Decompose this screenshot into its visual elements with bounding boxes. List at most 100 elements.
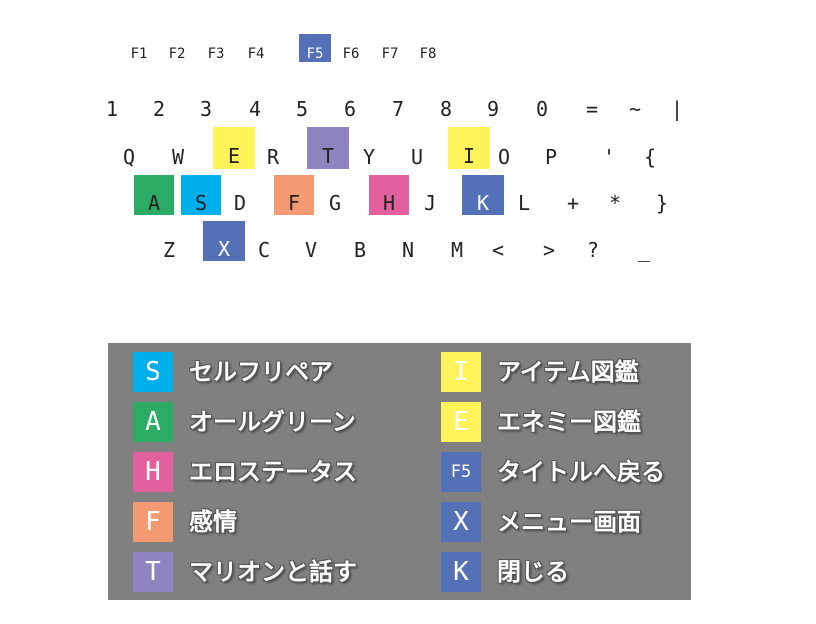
key-legend-panel: S セルフリペア A オールグリーン H エロステータス F 感情 T マリオン… bbox=[108, 343, 691, 600]
key-h[interactable]: H bbox=[369, 175, 409, 215]
key-label: X bbox=[217, 237, 231, 261]
key-d[interactable]: D bbox=[219, 182, 261, 224]
key-5[interactable]: 5 bbox=[281, 88, 323, 130]
key-equals[interactable]: = bbox=[571, 88, 613, 130]
key-3[interactable]: 3 bbox=[185, 88, 227, 130]
legend-key-i: I bbox=[441, 352, 481, 392]
key-label: M bbox=[450, 238, 464, 262]
key-2[interactable]: 2 bbox=[138, 88, 180, 130]
key-c[interactable]: C bbox=[243, 229, 285, 271]
legend-label: エロステータス bbox=[189, 458, 357, 486]
key-b[interactable]: B bbox=[339, 229, 381, 271]
key-label: 7 bbox=[391, 97, 405, 121]
key-f2[interactable]: F2 bbox=[161, 40, 193, 68]
legend-key-label: F5 bbox=[450, 462, 472, 482]
key-question[interactable]: ? bbox=[572, 229, 614, 271]
key-label: I bbox=[462, 144, 476, 168]
key-label: 5 bbox=[295, 97, 309, 121]
key-label: C bbox=[257, 238, 271, 262]
key-pipe[interactable]: | bbox=[656, 88, 698, 130]
key-less-than[interactable]: < bbox=[477, 229, 519, 271]
key-n[interactable]: N bbox=[387, 229, 429, 271]
key-j[interactable]: J bbox=[409, 182, 451, 224]
key-apostrophe[interactable]: ' bbox=[588, 136, 630, 178]
key-label: 2 bbox=[152, 97, 166, 121]
key-k[interactable]: K bbox=[462, 175, 504, 215]
key-7[interactable]: 7 bbox=[377, 88, 419, 130]
legend-key-k: K bbox=[441, 552, 481, 592]
key-x[interactable]: X bbox=[203, 221, 245, 261]
key-u[interactable]: U bbox=[396, 136, 438, 178]
key-label: 8 bbox=[439, 97, 453, 121]
key-label: F bbox=[287, 191, 301, 215]
key-6[interactable]: 6 bbox=[329, 88, 371, 130]
key-q[interactable]: Q bbox=[108, 136, 150, 178]
key-label: Z bbox=[162, 238, 176, 262]
key-label: T bbox=[321, 144, 335, 168]
key-label: 9 bbox=[486, 97, 500, 121]
key-s[interactable]: S bbox=[181, 175, 221, 215]
key-f1[interactable]: F1 bbox=[123, 40, 155, 68]
key-f3[interactable]: F3 bbox=[200, 40, 232, 68]
key-label: F7 bbox=[381, 46, 399, 62]
legend-label: エネミー図鑑 bbox=[497, 408, 641, 436]
key-tilde[interactable]: ~ bbox=[614, 88, 656, 130]
key-f6[interactable]: F6 bbox=[335, 40, 367, 68]
key-label: F6 bbox=[342, 46, 360, 62]
key-label: N bbox=[401, 238, 415, 262]
key-g[interactable]: G bbox=[314, 182, 356, 224]
key-underscore[interactable]: _ bbox=[623, 229, 665, 271]
key-label: F2 bbox=[168, 46, 186, 62]
key-z[interactable]: Z bbox=[148, 229, 190, 271]
key-label: | bbox=[670, 97, 684, 121]
key-right-brace[interactable]: } bbox=[641, 182, 683, 224]
legend-key-h: H bbox=[133, 452, 173, 492]
key-label: F5 bbox=[306, 46, 324, 62]
key-label: ? bbox=[586, 238, 600, 262]
key-asterisk[interactable]: * bbox=[594, 182, 636, 224]
key-m[interactable]: M bbox=[436, 229, 478, 271]
key-label: 6 bbox=[343, 97, 357, 121]
key-label: E bbox=[227, 144, 241, 168]
key-label: V bbox=[304, 238, 318, 262]
key-label: D bbox=[233, 191, 247, 215]
key-p[interactable]: P bbox=[530, 136, 572, 178]
legend-key-f: F bbox=[133, 502, 173, 542]
key-o[interactable]: O bbox=[483, 136, 525, 178]
key-label: 0 bbox=[535, 97, 549, 121]
key-8[interactable]: 8 bbox=[425, 88, 467, 130]
key-label: B bbox=[353, 238, 367, 262]
key-label: F4 bbox=[247, 46, 265, 62]
key-label: H bbox=[382, 191, 396, 215]
key-y[interactable]: Y bbox=[348, 136, 390, 178]
legend-key-label: H bbox=[145, 457, 161, 487]
key-e[interactable]: E bbox=[213, 127, 255, 169]
key-label: _ bbox=[637, 238, 651, 262]
key-label: G bbox=[328, 191, 342, 215]
key-greater-than[interactable]: > bbox=[528, 229, 570, 271]
legend-label: マリオンと話す bbox=[189, 558, 357, 586]
key-f8[interactable]: F8 bbox=[412, 40, 444, 68]
key-r[interactable]: R bbox=[252, 136, 294, 178]
key-0[interactable]: 0 bbox=[521, 88, 563, 130]
key-v[interactable]: V bbox=[290, 229, 332, 271]
key-f5[interactable]: F5 bbox=[299, 34, 331, 62]
key-a[interactable]: A bbox=[134, 175, 174, 215]
key-left-brace[interactable]: { bbox=[629, 136, 671, 178]
key-9[interactable]: 9 bbox=[472, 88, 514, 130]
key-4[interactable]: 4 bbox=[234, 88, 276, 130]
key-1[interactable]: 1 bbox=[91, 88, 133, 130]
key-t[interactable]: T bbox=[307, 127, 349, 169]
key-w[interactable]: W bbox=[157, 136, 199, 178]
key-f4[interactable]: F4 bbox=[240, 40, 272, 68]
key-l[interactable]: L bbox=[503, 182, 545, 224]
key-f7[interactable]: F7 bbox=[374, 40, 406, 68]
key-label: A bbox=[147, 191, 161, 215]
key-f[interactable]: F bbox=[274, 175, 314, 215]
legend-label: タイトルへ戻る bbox=[497, 458, 665, 486]
legend-key-label: T bbox=[145, 557, 161, 587]
legend-key-label: F bbox=[145, 507, 161, 537]
key-plus[interactable]: + bbox=[552, 182, 594, 224]
legend-label: アイテム図鑑 bbox=[497, 358, 639, 386]
key-label: K bbox=[476, 191, 490, 215]
